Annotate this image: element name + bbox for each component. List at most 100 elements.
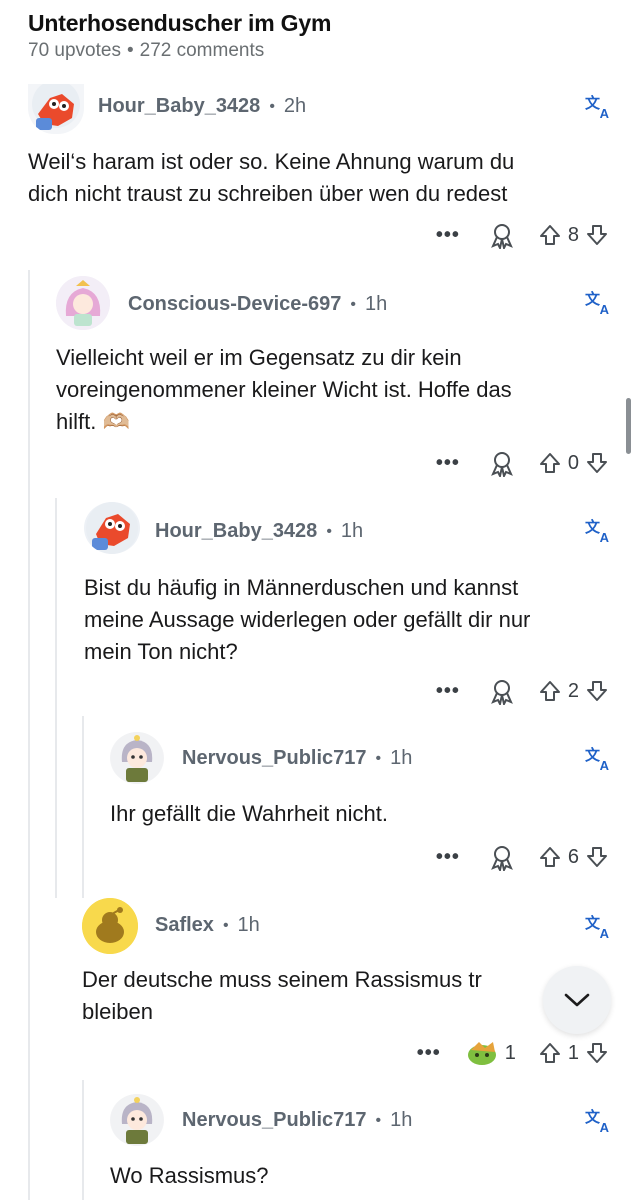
comment-actions: ••• 8 [436, 218, 609, 252]
award-icon[interactable] [465, 1038, 499, 1068]
award-icon[interactable] [488, 449, 516, 477]
comment-meta: Conscious-Device-697 • 1h [128, 293, 387, 316]
comment-age: 1h [390, 1109, 413, 1131]
downvote-icon[interactable] [585, 223, 609, 247]
translate-icon[interactable]: 文A [585, 748, 609, 772]
meta-separator: • [326, 522, 332, 540]
scrollbar[interactable] [626, 398, 631, 454]
more-options-button[interactable]: ••• [417, 1042, 441, 1065]
upvote-icon[interactable] [538, 679, 562, 703]
comment: Nervous_Public717 • 1h 文A Ihr gefällt di… [0, 728, 637, 888]
meta-separator: • [375, 1111, 382, 1129]
vote-score: 6 [567, 845, 579, 868]
comment: Hour_Baby_3428 • 1h 文A Bist du häufig in… [0, 500, 637, 710]
downvote-icon[interactable] [585, 845, 609, 869]
comment-actions: ••• 2 [436, 674, 609, 708]
comment-age: 1h [365, 293, 388, 315]
more-options-button[interactable]: ••• [436, 846, 460, 869]
comment: Nervous_Public717 • 1h 文A Wo Rassismus? [0, 1092, 637, 1200]
username[interactable]: Nervous_Public717 [182, 747, 367, 770]
comment-line: dich nicht traust zu schreiben über wen … [28, 181, 508, 206]
upvote-icon[interactable] [538, 223, 562, 247]
post-meta: 70 upvotes • 272 comments [28, 40, 264, 62]
username[interactable]: Saflex [155, 914, 214, 937]
avatar[interactable] [110, 1094, 164, 1146]
comment-line: Bist du häufig in Männerduschen und kann… [84, 575, 519, 600]
post-header: Unterhosenduscher im Gym 70 upvotes • 272 … [0, 0, 637, 84]
downvote-icon[interactable] [585, 451, 609, 475]
comment-body: Weil‘s haram ist oder so. Keine Ahnung w… [28, 146, 618, 210]
vote-score: 8 [567, 223, 579, 246]
downvote-icon[interactable] [585, 679, 609, 703]
scroll-down-button[interactable] [543, 966, 611, 1034]
comment-line: Ihr gefällt die Wahrheit nicht. [110, 801, 388, 826]
comment-meta: Hour_Baby_3428 • 2h [98, 95, 306, 118]
award-count: 1 [504, 1041, 516, 1064]
downvote-icon[interactable] [585, 1041, 609, 1065]
upvote-icon[interactable] [538, 845, 562, 869]
comment-body: Vielleicht weil er im Gegensatz zu dir k… [56, 342, 616, 438]
comment-actions: ••• 1 1 [417, 1036, 609, 1070]
comment-line: bleiben [82, 999, 153, 1024]
comment: Hour_Baby_3428 • 2h 文A Weil‘s haram ist … [0, 84, 637, 264]
upvote-icon[interactable] [538, 451, 562, 475]
award-icon[interactable] [488, 843, 516, 871]
comment-line: meine Aussage widerlegen oder gefällt di… [84, 607, 531, 632]
comment-body: Ihr gefällt die Wahrheit nicht. [110, 798, 610, 830]
comment-actions: ••• 6 [436, 840, 609, 874]
comment-age: 1h [390, 747, 413, 769]
comment-actions: ••• 0 [436, 446, 609, 480]
upvote-count: 70 upvotes [28, 40, 121, 61]
meta-separator: • [126, 40, 134, 61]
more-options-button[interactable]: ••• [436, 452, 460, 475]
username[interactable]: Conscious-Device-697 [128, 293, 341, 316]
post-title: Unterhosenduscher im Gym [28, 10, 332, 36]
comment-age: 2h [283, 95, 307, 117]
comment-line: Vielleicht weil er im Gegensatz zu dir k… [56, 345, 462, 370]
vote-score: 1 [567, 1041, 579, 1064]
avatar[interactable] [84, 502, 140, 554]
meta-separator: • [375, 749, 382, 767]
username[interactable]: Hour_Baby_3428 [155, 520, 317, 543]
translate-icon[interactable]: 文A [585, 1110, 609, 1134]
translate-icon[interactable]: 文A [585, 96, 609, 120]
meta-separator: • [350, 295, 357, 313]
translate-icon[interactable]: 文A [585, 916, 609, 940]
chevron-down-icon [564, 993, 590, 1007]
award-icon[interactable] [488, 677, 516, 705]
comment-meta: Saflex • 1h [155, 914, 260, 937]
username[interactable]: Hour_Baby_3428 [98, 95, 260, 118]
comment-meta: Nervous_Public717 • 1h [182, 1109, 412, 1132]
comment: Conscious-Device-697 • 1h 文A Vielleicht … [0, 274, 637, 484]
avatar[interactable] [56, 276, 110, 330]
award-icon[interactable] [488, 221, 516, 249]
comment-line: Weil‘s haram ist oder so. Keine Ahnung w… [28, 149, 515, 174]
more-options-button[interactable]: ••• [436, 224, 460, 247]
avatar[interactable] [28, 84, 84, 134]
comment-age: 1h [340, 520, 364, 542]
vote-score: 0 [567, 451, 579, 474]
more-options-button[interactable]: ••• [436, 680, 460, 703]
comment-body: Bist du häufig in Männerduschen und kann… [84, 572, 624, 668]
comment-meta: Nervous_Public717 • 1h [182, 747, 412, 770]
comment-line: mein Ton nicht? [84, 639, 238, 664]
comment-count: 272 comments [139, 40, 265, 61]
avatar[interactable] [82, 898, 138, 954]
comment-line: voreingenommener kleiner Wicht ist. Hoff… [56, 377, 512, 402]
comment-body: Der deutsche muss seinem Rassismus tr bl… [82, 964, 542, 1028]
comment-meta: Hour_Baby_3428 • 1h [155, 520, 363, 543]
comment-age: 1h [237, 914, 260, 936]
comment-line: hilft. 🫶🏼 [56, 409, 130, 434]
username[interactable]: Nervous_Public717 [182, 1109, 367, 1132]
comment-line: Wo Rassismus? [110, 1163, 269, 1188]
comment-body: Wo Rassismus? [110, 1160, 610, 1192]
avatar[interactable] [110, 732, 164, 784]
meta-separator: • [222, 916, 229, 934]
translate-icon[interactable]: 文A [585, 292, 609, 316]
vote-score: 2 [567, 679, 579, 702]
upvote-icon[interactable] [538, 1041, 562, 1065]
comment-line: Der deutsche muss seinem Rassismus tr [82, 967, 482, 992]
translate-icon[interactable]: 文A [585, 520, 609, 544]
comment: Saflex • 1h 文A Der deutsche muss seinem … [0, 896, 637, 1076]
meta-separator: • [269, 97, 275, 115]
